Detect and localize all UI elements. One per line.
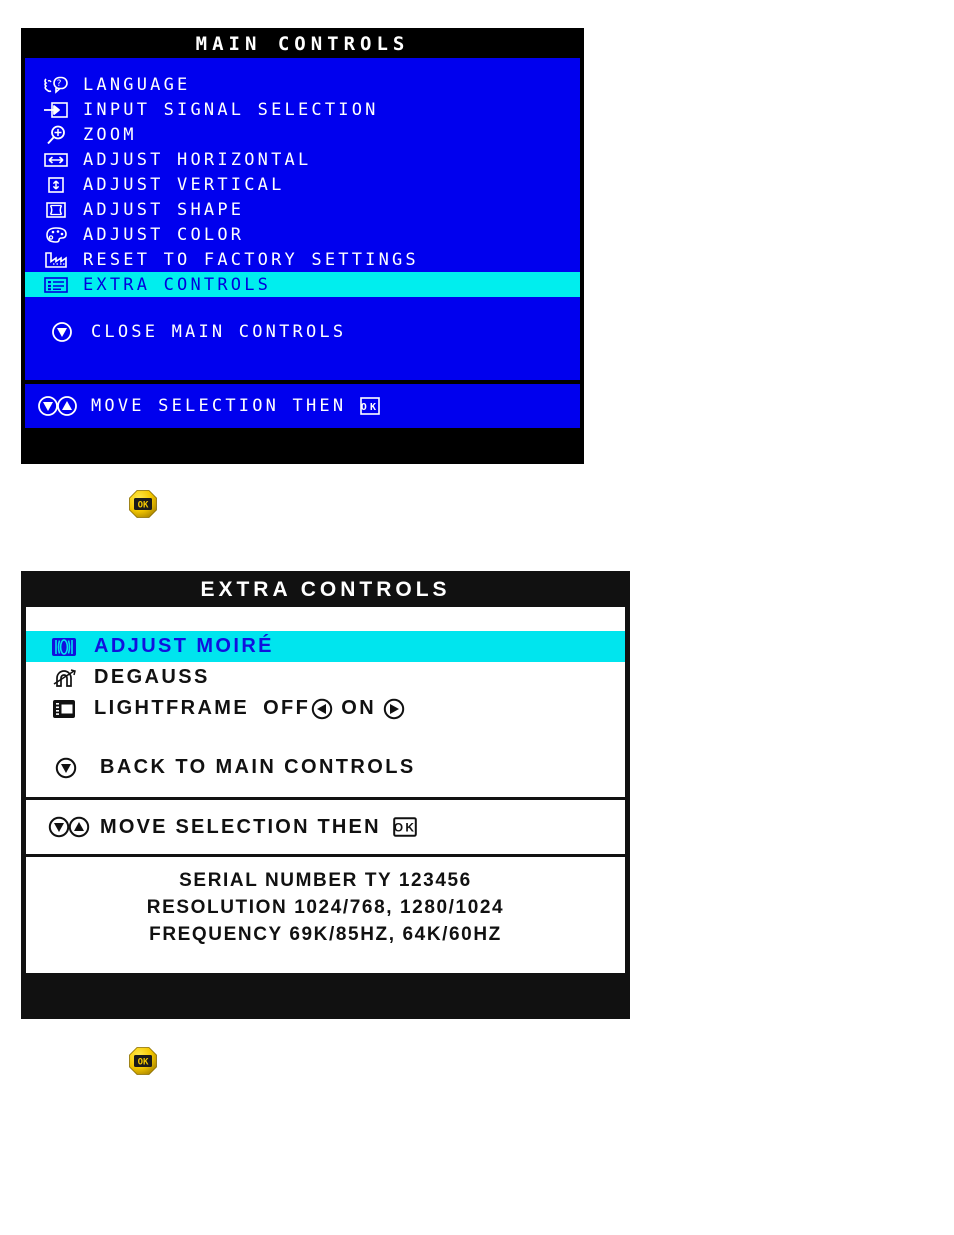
extra-controls-title: EXTRA CONTROLS xyxy=(23,573,628,607)
menu-item-back-to-main-controls[interactable]: BACK TO MAIN CONTROLS xyxy=(26,752,625,783)
move-selection-hint: MOVE SELECTION THEN OK xyxy=(26,815,417,839)
menu-item-label: ADJUST MOIRÉ xyxy=(94,635,274,657)
ok-key-icon: OK xyxy=(360,397,381,415)
down-up-arrow-circle-icons xyxy=(37,394,83,418)
menu-spacer xyxy=(26,724,625,752)
down-arrow-circle-icon xyxy=(47,321,77,342)
menu-item-lightframe[interactable]: LIGHTFRAME OFF ON xyxy=(26,693,625,724)
adjust-shape-icon xyxy=(41,200,71,220)
input-signal-arrow-icon xyxy=(41,100,71,120)
svg-text:OK: OK xyxy=(361,402,379,413)
adjust-horizontal-icon xyxy=(41,150,71,170)
right-arrow-circle-icon[interactable] xyxy=(383,698,405,720)
ok-button-label: OK xyxy=(138,1058,149,1068)
ok-button-icon[interactable]: OK xyxy=(128,489,158,519)
extra-controls-list-icon xyxy=(41,275,71,295)
ok-button-label: OK xyxy=(138,501,149,511)
menu-item-label: ADJUST SHAPE xyxy=(83,199,245,220)
menu-item-label: LANGUAGE xyxy=(83,74,191,95)
menu-item-degauss[interactable]: DEGAUSS xyxy=(26,662,625,693)
menu-item-language[interactable]: ? LANGUAGE xyxy=(25,72,580,97)
menu-item-reset-to-factory-settings[interactable]: RESET TO FACTORY SETTINGS xyxy=(25,247,580,272)
left-arrow-circle-icon[interactable] xyxy=(311,698,333,720)
lightframe-monitor-icon xyxy=(50,697,78,721)
degauss-magnet-icon xyxy=(50,666,78,690)
menu-item-label: RESET TO FACTORY SETTINGS xyxy=(83,249,419,270)
extra-controls-osd-panel: EXTRA CONTROLS ADJUST MOIRÉ DEGAUSS LIGH… xyxy=(21,571,630,1019)
down-up-arrow-circle-icons xyxy=(48,815,92,839)
svg-text:OK: OK xyxy=(394,821,416,835)
main-controls-menu-list: ? LANGUAGE INPUT SIGNAL SELECTION ZOOM A… xyxy=(25,58,580,380)
zoom-magnifier-icon xyxy=(41,125,71,145)
adjust-color-palette-icon xyxy=(41,225,71,245)
menu-item-zoom[interactable]: ZOOM xyxy=(25,122,580,147)
serial-number-line: SERIAL NUMBER TY 123456 xyxy=(179,870,472,891)
frequency-line: FREQUENCY 69K/85HZ, 64K/60HZ xyxy=(149,924,502,945)
main-controls-osd-panel: MAIN CONTROLS ? LANGUAGE INPUT SIGNAL SE… xyxy=(21,28,584,464)
lightframe-label: LIGHTFRAME xyxy=(94,697,250,719)
main-controls-footer: MOVE SELECTION THEN OK xyxy=(25,384,580,428)
menu-item-label: ZOOM xyxy=(83,124,137,145)
menu-item-label: BACK TO MAIN CONTROLS xyxy=(100,756,416,778)
down-arrow-circle-icon xyxy=(52,756,80,780)
extra-controls-footer: MOVE SELECTION THEN OK xyxy=(26,800,625,854)
resolution-line: RESOLUTION 1024/768, 1280/1024 xyxy=(146,897,505,918)
menu-item-label: DEGAUSS xyxy=(94,666,210,688)
menu-item-input-signal-selection[interactable]: INPUT SIGNAL SELECTION xyxy=(25,97,580,122)
menu-item-label: ADJUST COLOR xyxy=(83,224,245,245)
adjust-vertical-icon xyxy=(41,175,71,195)
move-selection-hint: MOVE SELECTION THEN OK xyxy=(25,394,381,418)
lightframe-off-label: OFF xyxy=(263,697,311,719)
menu-item-label: ADJUST HORIZONTAL xyxy=(83,149,312,170)
menu-item-adjust-vertical[interactable]: ADJUST VERTICAL xyxy=(25,172,580,197)
menu-item-close-main-controls[interactable]: CLOSE MAIN CONTROLS xyxy=(25,319,580,344)
svg-text:?: ? xyxy=(56,79,65,89)
menu-item-adjust-shape[interactable]: ADJUST SHAPE xyxy=(25,197,580,222)
menu-item-label: ADJUST VERTICAL xyxy=(83,174,285,195)
menu-item-adjust-moire[interactable]: ADJUST MOIRÉ xyxy=(26,631,625,662)
menu-item-adjust-color[interactable]: ADJUST COLOR xyxy=(25,222,580,247)
menu-item-label: EXTRA CONTROLS xyxy=(83,274,272,295)
move-selection-label: MOVE SELECTION THEN xyxy=(100,815,381,838)
monitor-info-section: SERIAL NUMBER TY 123456 RESOLUTION 1024/… xyxy=(26,857,625,973)
main-controls-title: MAIN CONTROLS xyxy=(23,30,582,58)
menu-item-label: INPUT SIGNAL SELECTION xyxy=(83,99,379,120)
factory-reset-icon xyxy=(41,250,71,270)
menu-item-extra-controls[interactable]: EXTRA CONTROLS xyxy=(25,272,580,297)
move-selection-label: MOVE SELECTION THEN xyxy=(91,396,347,416)
ok-button-icon[interactable]: OK xyxy=(128,1046,158,1076)
language-head-question-icon: ? xyxy=(41,75,71,95)
adjust-moire-icon xyxy=(50,635,78,659)
menu-item-adjust-horizontal[interactable]: ADJUST HORIZONTAL xyxy=(25,147,580,172)
menu-spacer xyxy=(25,297,580,319)
extra-controls-menu-list: ADJUST MOIRÉ DEGAUSS LIGHTFRAME OFF ON B… xyxy=(26,607,625,797)
lightframe-on-label: ON xyxy=(341,697,377,719)
menu-item-label: CLOSE MAIN CONTROLS xyxy=(91,321,347,342)
ok-key-icon: OK xyxy=(392,817,417,837)
